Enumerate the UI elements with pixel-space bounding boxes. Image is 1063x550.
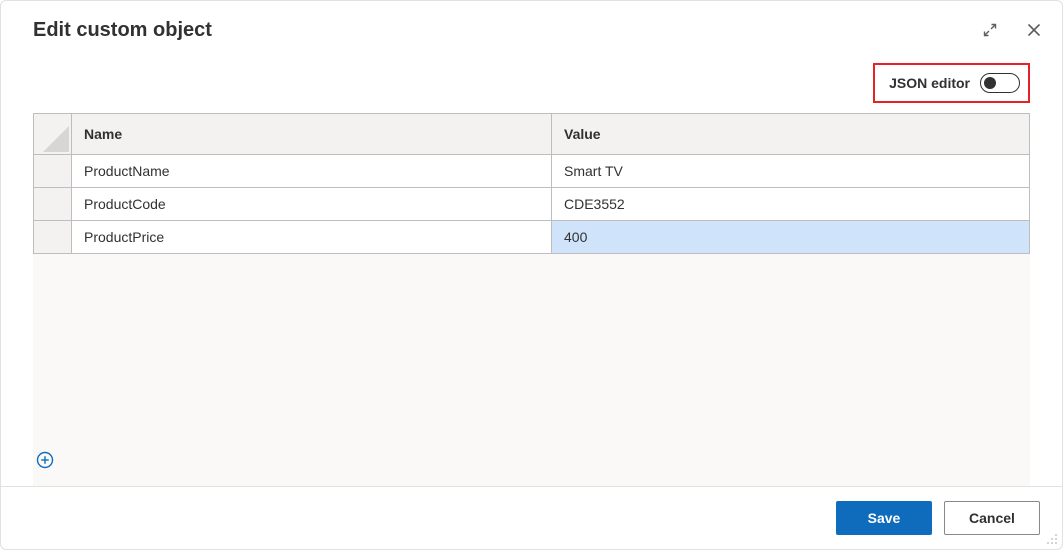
table-row[interactable]: ProductPrice 400 (34, 221, 1030, 254)
name-cell[interactable]: ProductCode (72, 188, 552, 221)
edit-custom-object-dialog: Edit custom object JSON editor (0, 0, 1063, 550)
name-cell[interactable]: ProductPrice (72, 221, 552, 254)
table-empty-area (33, 254, 1030, 486)
properties-table: Name Value ProductName Smart TV ProductC… (33, 113, 1030, 254)
add-row-button[interactable] (33, 448, 57, 472)
resize-grip-icon[interactable] (1044, 531, 1058, 545)
plus-circle-icon (36, 451, 54, 469)
toggle-knob-icon (984, 77, 996, 89)
row-handle[interactable] (34, 188, 72, 221)
dialog-body: JSON editor Name Value (1, 49, 1062, 486)
add-row-area (33, 444, 1030, 476)
column-header-value[interactable]: Value (552, 114, 1030, 155)
select-all-corner[interactable] (34, 114, 72, 155)
json-toggle-highlight: JSON editor (873, 63, 1030, 103)
dialog-footer: Save Cancel (1, 486, 1062, 549)
json-editor-toggle[interactable] (980, 73, 1020, 93)
dialog-header: Edit custom object (1, 1, 1062, 49)
json-toggle-row: JSON editor (33, 63, 1030, 103)
close-icon[interactable] (1024, 20, 1044, 40)
value-cell[interactable]: 400 (552, 221, 1030, 254)
header-icon-group (980, 20, 1044, 40)
row-handle[interactable] (34, 221, 72, 254)
column-header-name[interactable]: Name (72, 114, 552, 155)
value-cell[interactable]: Smart TV (552, 155, 1030, 188)
table-header-row: Name Value (34, 114, 1030, 155)
value-cell[interactable]: CDE3552 (552, 188, 1030, 221)
row-handle[interactable] (34, 155, 72, 188)
table-row[interactable]: ProductName Smart TV (34, 155, 1030, 188)
expand-icon[interactable] (980, 20, 1000, 40)
cancel-button[interactable]: Cancel (944, 501, 1040, 535)
dialog-title: Edit custom object (33, 19, 212, 42)
json-toggle-label: JSON editor (889, 75, 970, 91)
table-row[interactable]: ProductCode CDE3552 (34, 188, 1030, 221)
name-cell[interactable]: ProductName (72, 155, 552, 188)
properties-table-wrap: Name Value ProductName Smart TV ProductC… (33, 113, 1030, 486)
table-body: ProductName Smart TV ProductCode CDE3552… (34, 155, 1030, 254)
save-button[interactable]: Save (836, 501, 932, 535)
